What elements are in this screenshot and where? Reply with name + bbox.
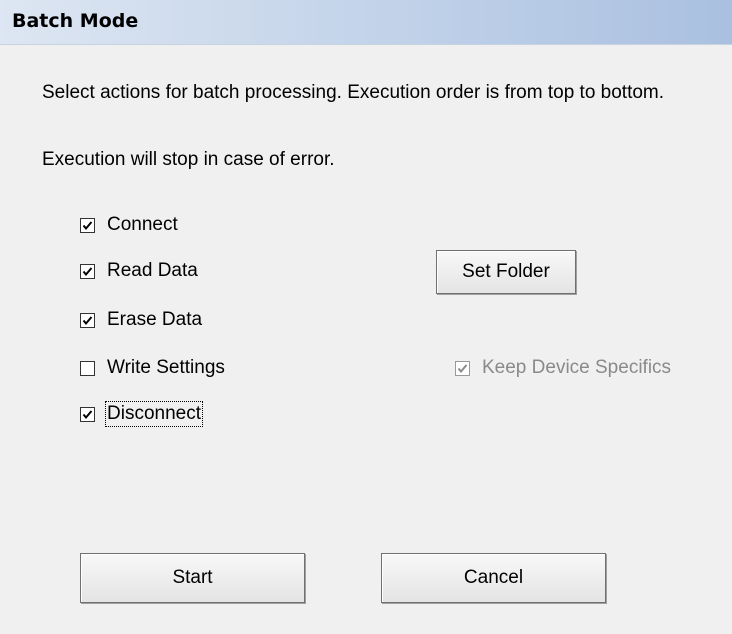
checkmark-icon — [82, 266, 93, 276]
write-settings-label: Write Settings — [107, 357, 225, 378]
checkmark-icon — [457, 363, 468, 373]
read-data-label: Read Data — [107, 260, 198, 281]
disconnect-label: Disconnect — [105, 401, 203, 427]
error-note-text: Execution will stop in case of error. — [42, 149, 335, 170]
connect-checkbox-box[interactable] — [80, 217, 95, 233]
write-settings-checkbox[interactable]: Write Settings — [80, 354, 225, 382]
erase-data-checkbox-box[interactable] — [80, 312, 95, 328]
cancel-button[interactable]: Cancel — [381, 553, 606, 603]
keep-device-specifics-checkbox: Keep Device Specifics — [455, 354, 671, 382]
write-settings-checkbox-box[interactable] — [80, 360, 95, 376]
set-folder-button[interactable]: Set Folder — [436, 250, 576, 294]
connect-label: Connect — [107, 214, 178, 235]
read-data-checkbox[interactable]: Read Data — [80, 257, 198, 285]
disconnect-checkbox-box[interactable] — [80, 406, 95, 422]
erase-data-checkbox[interactable]: Erase Data — [80, 306, 202, 334]
checkmark-icon — [82, 315, 93, 325]
keep-device-specifics-checkbox-box — [455, 360, 470, 376]
read-data-checkbox-box[interactable] — [80, 263, 95, 279]
description-text: Select actions for batch processing. Exe… — [42, 82, 665, 103]
dialog-title: Batch Mode — [12, 10, 139, 32]
checkmark-icon — [82, 220, 93, 230]
erase-data-label: Erase Data — [107, 309, 203, 330]
start-button[interactable]: Start — [80, 553, 305, 603]
dialog-title-bar: Batch Mode — [0, 0, 732, 45]
keep-device-specifics-label: Keep Device Specifics — [482, 357, 672, 378]
connect-checkbox[interactable]: Connect — [80, 211, 178, 239]
disconnect-checkbox[interactable]: Disconnect — [80, 400, 203, 428]
checkmark-icon — [82, 409, 93, 419]
